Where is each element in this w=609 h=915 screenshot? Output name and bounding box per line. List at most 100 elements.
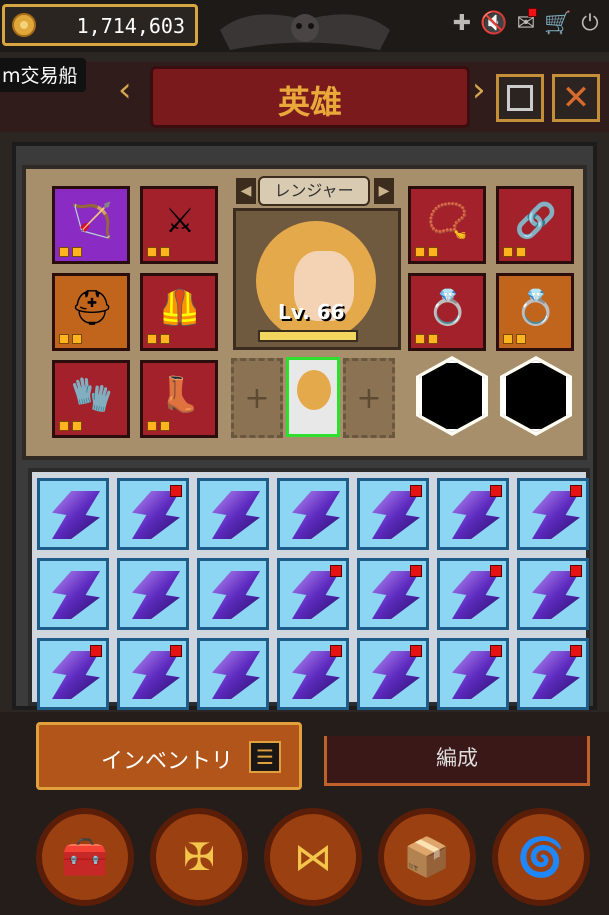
cross-button[interactable]: ✠ [150, 808, 248, 906]
list-icon[interactable]: ☰ [249, 741, 281, 773]
crystal-icon [532, 571, 580, 619]
equip-slot-ring2[interactable]: 💍 [496, 273, 574, 351]
coin-icon [12, 13, 36, 37]
chest-button[interactable]: 🧰 [36, 808, 134, 906]
plus-icon: + [244, 380, 270, 416]
mail-icon[interactable]: ✉ [513, 8, 539, 38]
class-prev-icon[interactable]: ◀ [236, 178, 256, 204]
new-badge [330, 645, 342, 657]
equip-slot-charm[interactable]: 🔗 [496, 186, 574, 264]
equip-slot-helmet[interactable]: ⛑ [52, 273, 130, 351]
add-party-slot-left[interactable]: + [231, 358, 283, 438]
portal-button[interactable]: 🌀 [492, 808, 590, 906]
new-badge [170, 485, 182, 497]
equip-slot-weapon2[interactable]: ⚔ [140, 186, 218, 264]
inventory-item[interactable] [37, 638, 109, 710]
crystal-icon [372, 571, 420, 619]
helmet-icon: ⛑ [70, 288, 114, 328]
tab-inventory[interactable]: インベントリ ☰ [36, 722, 302, 790]
new-badge [410, 565, 422, 577]
crystal-icon [292, 651, 340, 699]
equip-slot-necklace[interactable]: 📿 [408, 186, 486, 264]
inventory-item[interactable] [437, 638, 509, 710]
inventory-item[interactable] [277, 558, 349, 630]
chest-icon: 🧰 [61, 834, 109, 879]
new-badge [490, 645, 502, 657]
armor-icon: 🦺 [158, 288, 202, 328]
ring-icon: 💍 [514, 288, 558, 328]
crystal-icon [132, 571, 180, 619]
equip-slot-boots[interactable]: 👢 [140, 360, 218, 438]
equip-slot-armor[interactable]: 🦺 [140, 273, 218, 351]
plus-icon[interactable]: ✚ [449, 8, 475, 38]
equip-slot-weapon[interactable]: 🏹 [52, 186, 130, 264]
system-icons: ✚ 🔇 ✉ 🛒 ⏻ [449, 8, 603, 38]
add-party-slot-right[interactable]: + [343, 358, 395, 438]
power-icon[interactable]: ⏻ [577, 8, 603, 38]
chevron-right-icon[interactable]: › [472, 70, 486, 110]
banner-icon: ⋈ [294, 835, 332, 879]
crossbow-icon: ⚔ [164, 201, 196, 241]
inventory-item[interactable] [517, 558, 589, 630]
inventory-item[interactable] [117, 478, 189, 550]
inventory-item[interactable] [117, 638, 189, 710]
inventory-item[interactable] [437, 558, 509, 630]
equip-slot-ring1[interactable]: 💍 [408, 273, 486, 351]
hero-class-label: レンジャー [258, 176, 370, 206]
inventory-item[interactable] [197, 558, 269, 630]
inventory-item[interactable] [197, 638, 269, 710]
tab-formation[interactable]: 編成 [324, 736, 590, 786]
inventory-item[interactable] [437, 478, 509, 550]
inventory-item[interactable] [357, 478, 429, 550]
title-banner: 英雄 [150, 66, 470, 128]
crystal-icon [372, 491, 420, 539]
crystal-icon [532, 491, 580, 539]
box-icon: 📦 [403, 834, 451, 879]
hero-portrait[interactable] [233, 208, 401, 350]
crystal-icon [132, 651, 180, 699]
inventory-item[interactable] [277, 638, 349, 710]
plus-icon: + [356, 380, 382, 416]
new-badge [410, 645, 422, 657]
crystal-icon [52, 491, 100, 539]
exp-bar [258, 330, 358, 342]
crystal-icon [212, 571, 260, 619]
equip-slot-gloves[interactable]: 🧤 [52, 360, 130, 438]
new-badge [330, 565, 342, 577]
inventory-item[interactable] [517, 478, 589, 550]
new-badge [570, 565, 582, 577]
party-member-card[interactable] [286, 357, 340, 437]
gloves-icon: 🧤 [70, 375, 114, 415]
grid-button[interactable] [496, 74, 544, 122]
inventory-item[interactable] [357, 558, 429, 630]
close-button[interactable]: ✕ [552, 74, 600, 122]
notification-dot [528, 8, 537, 17]
inventory-item[interactable] [117, 558, 189, 630]
tab-inventory-label: インベントリ [101, 749, 234, 774]
ring-icon: 💍 [426, 288, 470, 328]
inventory-item[interactable] [37, 478, 109, 550]
inventory-item[interactable] [197, 478, 269, 550]
crystal-icon [452, 491, 500, 539]
charm-icon: 🔗 [514, 201, 558, 241]
class-next-icon[interactable]: ▶ [374, 178, 394, 204]
box-button[interactable]: 📦 [378, 808, 476, 906]
inventory-item[interactable] [37, 558, 109, 630]
inventory-item[interactable] [517, 638, 589, 710]
banner-button[interactable]: ⋈ [264, 808, 362, 906]
new-badge [490, 485, 502, 497]
boots-icon: 👢 [158, 375, 202, 415]
tab-formation-label: 編成 [436, 746, 478, 770]
crystal-icon [292, 571, 340, 619]
gold-counter: 1,714,603 [2, 4, 198, 46]
new-badge [410, 485, 422, 497]
grid-icon [507, 85, 533, 111]
cart-icon[interactable]: 🛒 [544, 8, 571, 38]
crystal-icon [212, 651, 260, 699]
chevron-left-icon[interactable]: ‹ [118, 70, 132, 110]
mute-icon[interactable]: 🔇 [480, 8, 507, 38]
inventory-item[interactable] [357, 638, 429, 710]
new-badge [90, 645, 102, 657]
hero-level: Lv. 66 [278, 300, 345, 324]
inventory-item[interactable] [277, 478, 349, 550]
